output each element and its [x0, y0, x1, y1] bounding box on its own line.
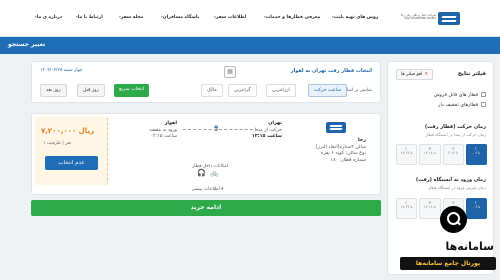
top-navigation: شرکت حمل و نقل ریلی رجا RAJA PASSENGER T…: [0, 0, 500, 37]
travel-date: چهار شنبه ۱۴۰۴/۰۲/۲۵: [40, 68, 83, 73]
departure-filter-title: زمان حرکت (قطار رفت): [424, 124, 486, 130]
filter-discounted[interactable]: قطارهای تخفیف دار: [438, 102, 486, 108]
route-title: انتخاب قطار رفت تهران به اهواز: [290, 68, 372, 74]
continue-purchase-button[interactable]: ادامه خرید: [31, 200, 381, 216]
magnifier-logo-icon: [440, 206, 467, 233]
filters-title: فیلتر نتایج: [457, 71, 486, 77]
arrival-filter-title: زمان ورود به ایستگاه (رفت): [415, 177, 486, 183]
departure-slots: ☾ ۱۸ تا ۲۴ ☀ ۱۲ تا ۱۸ ☼ ۶ تا ۱۲ ☾ ۰ تا ۶: [396, 144, 487, 165]
amenities: امکانات داخل قطار 🎧🚲: [185, 164, 235, 177]
arrival-info: اهواز ورود به مقصد ساعت ۰۲:۱۵: [149, 121, 177, 139]
sort-cheapest[interactable]: ارزانترین: [266, 84, 296, 97]
close-icon: ✕: [424, 72, 429, 77]
search-bar: تغییر جستجو: [0, 37, 500, 54]
nav-travel-magazine[interactable]: ▾مجله سفر: [118, 15, 143, 20]
amenity-icons: 🎧🚲: [185, 169, 235, 177]
raja-logo[interactable]: [438, 12, 460, 25]
next-day-button[interactable]: روز بعد: [40, 84, 67, 97]
nav-ticket-methods[interactable]: ▾روش های تهیه بلیت: [331, 15, 378, 20]
train-result-card: ۷,۲۰۰,۰۰۰ ریال ۱ نفر | ظرفیت عدم انتخاب …: [31, 113, 381, 195]
chevron-down-icon: ▾: [221, 187, 224, 192]
bicycle-icon: 🚲: [210, 169, 223, 177]
sort-owner[interactable]: مالک: [201, 84, 223, 97]
slot-18-24[interactable]: ☾ ۱۸ تا ۲۴: [396, 144, 418, 165]
nav-travel-info[interactable]: ▾اطلاعات سفر: [213, 15, 246, 20]
nav-trains-services[interactable]: ▾معرفی قطارها و خدمات: [263, 15, 320, 20]
change-search-link[interactable]: تغییر جستجو: [8, 41, 45, 48]
checkbox[interactable]: [481, 92, 486, 97]
search-summary-panel: انتخاب قطار رفت تهران به اهواز ▦ چهار شن…: [31, 61, 381, 103]
more-info-link[interactable]: اطلاعات بیشتر ▾: [192, 187, 223, 192]
select-train-button[interactable]: عدم انتخاب: [45, 156, 98, 170]
route-track: 🚆: [183, 126, 258, 132]
watermark-tagline: پورتال جامع سامانه‌ها: [400, 257, 496, 270]
slot-12-18[interactable]: ☀ ۱۲ تا ۱۸: [419, 144, 441, 165]
nav-passengers-club[interactable]: ▾باشگاه مسافران: [160, 15, 199, 20]
ticket-price: ۷,۲۰۰,۰۰۰ ریال: [41, 127, 95, 135]
departure-info: تهران حرکت از مبدا ساعت ۱۳:۱۵: [251, 121, 282, 139]
departure-filter-subtitle: زمان حرکت از مبدا در ایستگاه قطار: [425, 132, 486, 137]
company-name: شرکت حمل و نقل ریلی رجا RAJA PASSENGER T…: [400, 13, 436, 20]
filter-sellable[interactable]: قطار های قابل فروش: [434, 92, 486, 98]
nav-contact-us[interactable]: ▾ارتباط با ما: [75, 15, 103, 20]
slot-6-12[interactable]: ☼۶ تا ۱۲: [442, 144, 464, 165]
arrival-filter-subtitle: زمان تقریبی ورود در ایستگاه قطار: [428, 185, 486, 190]
train-icon: ▦: [224, 66, 236, 78]
nav-about-us[interactable]: ▾درباره ی ما: [34, 15, 62, 20]
prev-day-button[interactable]: روز قبل: [77, 84, 105, 97]
wagon-info: رجا سالن ۴ستاره(اتحاد البرز) نوع سالن: ک…: [315, 138, 366, 163]
price-box: ۷,۲۰۰,۰۰۰ ریال ۱ نفر | ظرفیت عدم انتخاب: [35, 117, 108, 185]
sort-most-expensive[interactable]: گرانترین: [228, 84, 257, 97]
clear-filters-button[interactable]: لغو فیلتر ها ✕: [396, 69, 434, 80]
headphones-icon: 🎧: [197, 169, 210, 177]
watermark: سامانه‌ها پورتال جامع سامانه‌ها: [396, 206, 498, 276]
sort-departure-time[interactable]: ساعت حرکت: [308, 84, 348, 97]
train-icon: 🚆: [213, 126, 220, 132]
slot-0-6[interactable]: ☾ ۰ تا ۶: [465, 144, 487, 165]
watermark-name: سامانه‌ها: [445, 240, 494, 253]
raja-wagon-logo: [326, 122, 346, 133]
checkbox[interactable]: [481, 102, 486, 107]
capacity: ۱ نفر | ظرفیت: [43, 141, 72, 146]
quick-select-button[interactable]: انتخاب سریع: [114, 84, 150, 97]
